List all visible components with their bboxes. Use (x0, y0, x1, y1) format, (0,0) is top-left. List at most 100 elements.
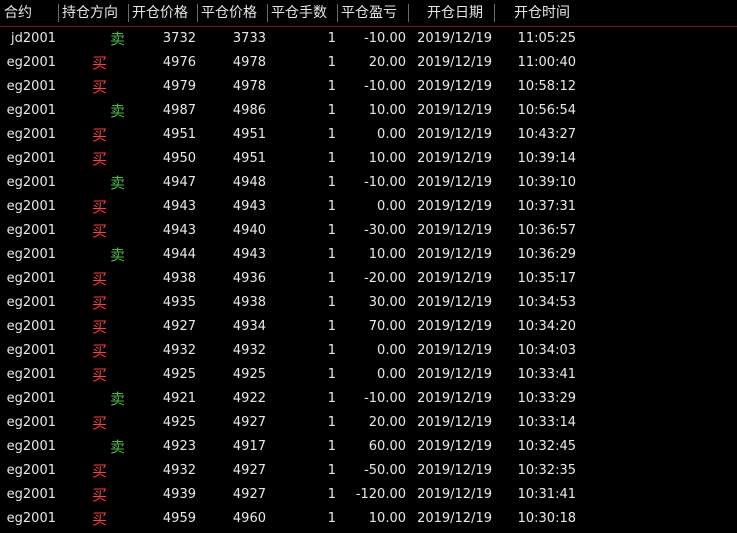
open-price-cell: 4944 (162, 247, 196, 262)
header-close-price[interactable]: 平仓价格 (201, 4, 257, 22)
header-divider[interactable] (267, 4, 268, 22)
header-divider[interactable] (408, 4, 409, 22)
open-date-cell: 2019/12/19 (417, 487, 492, 502)
open-date-cell: 2019/12/19 (417, 439, 492, 454)
table-row[interactable]: eg2001 买 4943 4943 1 0.00 2019/12/19 10:37:31 (0, 195, 737, 219)
pnl-cell: 0.00 (377, 367, 406, 382)
open-time-cell: 10:35:17 (517, 271, 576, 286)
close-qty-cell: 1 (327, 415, 336, 430)
open-time-cell: 10:56:54 (517, 103, 576, 118)
close-price-cell: 4951 (232, 127, 266, 142)
table-row[interactable]: eg2001 卖 4923 4917 1 60.00 2019/12/19 10:32:45 (0, 435, 737, 459)
contract-cell: eg2001 (6, 415, 56, 430)
open-date-cell: 2019/12/19 (417, 391, 492, 406)
open-time-cell: 10:39:14 (517, 151, 576, 166)
pnl-cell: 10.00 (368, 103, 406, 118)
close-price-cell: 4986 (232, 103, 266, 118)
header-divider[interactable] (337, 4, 338, 22)
table-row[interactable]: eg2001 买 4938 4936 1 -20.00 2019/12/19 10:35:17 (0, 267, 737, 291)
close-qty-cell: 1 (327, 511, 336, 526)
open-date-cell: 2019/12/19 (417, 175, 492, 190)
table-row[interactable]: eg2001 买 4976 4978 1 20.00 2019/12/19 11:00:40 (0, 51, 737, 75)
open-time-cell: 10:37:31 (517, 199, 576, 214)
header-divider[interactable] (494, 4, 495, 22)
trade-history-table: 合约 持仓方向 开仓价格 平仓价格 平仓手数 平仓盈亏 开仓日期 开仓时间 jd… (0, 0, 737, 533)
pnl-cell: 0.00 (377, 199, 406, 214)
header-open-date[interactable]: 开仓日期 (427, 4, 483, 22)
open-time-cell: 11:05:25 (517, 31, 576, 46)
open-date-cell: 2019/12/19 (417, 79, 492, 94)
open-time-cell: 10:36:57 (517, 223, 576, 238)
table-row[interactable]: eg2001 买 4979 4978 1 -10.00 2019/12/19 10:58:12 (0, 75, 737, 99)
close-qty-cell: 1 (327, 391, 336, 406)
table-row[interactable]: eg2001 买 4943 4940 1 -30.00 2019/12/19 10:36:57 (0, 219, 737, 243)
header-contract[interactable]: 合约 (4, 4, 32, 22)
close-price-cell: 4951 (232, 151, 266, 166)
pnl-cell: -50.00 (364, 463, 406, 478)
close-price-cell: 4927 (232, 487, 266, 502)
open-price-cell: 4950 (162, 151, 196, 166)
open-time-cell: 10:34:03 (517, 343, 576, 358)
pnl-cell: 20.00 (368, 415, 406, 430)
close-price-cell: 4948 (232, 175, 266, 190)
table-row[interactable]: eg2001 买 4927 4934 1 70.00 2019/12/19 10:34:20 (0, 315, 737, 339)
table-row[interactable]: eg2001 买 4959 4960 1 10.00 2019/12/19 10:30:18 (0, 507, 737, 531)
header-divider[interactable] (197, 4, 198, 22)
open-price-cell: 4923 (162, 439, 196, 454)
table-row[interactable]: eg2001 买 4935 4938 1 30.00 2019/12/19 10:34:53 (0, 291, 737, 315)
open-date-cell: 2019/12/19 (417, 31, 492, 46)
header-close-pnl[interactable]: 平仓盈亏 (341, 4, 397, 22)
close-qty-cell: 1 (327, 487, 336, 502)
open-time-cell: 10:39:10 (517, 175, 576, 190)
open-date-cell: 2019/12/19 (417, 247, 492, 262)
table-row[interactable]: eg2001 买 4932 4927 1 -50.00 2019/12/19 10:32:35 (0, 459, 737, 483)
open-time-cell: 10:33:41 (517, 367, 576, 382)
table-row[interactable]: eg2001 卖 4987 4986 1 10.00 2019/12/19 10:56:54 (0, 99, 737, 123)
open-price-cell: 4976 (162, 55, 196, 70)
open-price-cell: 4938 (162, 271, 196, 286)
open-date-cell: 2019/12/19 (417, 511, 492, 526)
open-time-cell: 10:31:41 (517, 487, 576, 502)
table-row[interactable]: eg2001 买 4925 4925 1 0.00 2019/12/19 10:33:41 (0, 363, 737, 387)
open-date-cell: 2019/12/19 (417, 343, 492, 358)
header-divider[interactable] (58, 4, 59, 22)
table-row[interactable]: eg2001 卖 4947 4948 1 -10.00 2019/12/19 10:39:10 (0, 171, 737, 195)
pnl-cell: 0.00 (377, 127, 406, 142)
header-open-time[interactable]: 开仓时间 (514, 4, 570, 22)
open-price-cell: 4979 (162, 79, 196, 94)
contract-cell: eg2001 (6, 247, 56, 262)
table-row[interactable]: eg2001 买 4925 4927 1 20.00 2019/12/19 10:33:14 (0, 411, 737, 435)
contract-cell: eg2001 (6, 487, 56, 502)
table-body: jd2001 卖 3732 3733 1 -10.00 2019/12/19 11:05:25… (0, 27, 737, 531)
close-price-cell: 4943 (232, 247, 266, 262)
table-row[interactable]: eg2001 买 4932 4932 1 0.00 2019/12/19 10:34:03 (0, 339, 737, 363)
close-price-cell: 4934 (232, 319, 266, 334)
close-price-cell: 4978 (232, 79, 266, 94)
table-row[interactable]: jd2001 卖 3732 3733 1 -10.00 2019/12/19 11:05:25 (0, 27, 737, 51)
table-row[interactable]: eg2001 买 4950 4951 1 10.00 2019/12/19 10:39:14 (0, 147, 737, 171)
open-time-cell: 11:00:40 (517, 55, 576, 70)
open-date-cell: 2019/12/19 (417, 103, 492, 118)
header-direction[interactable]: 持仓方向 (62, 4, 118, 22)
open-time-cell: 10:32:45 (517, 439, 576, 454)
close-price-cell: 4927 (232, 463, 266, 478)
close-qty-cell: 1 (327, 319, 336, 334)
contract-cell: eg2001 (6, 463, 56, 478)
contract-cell: jd2001 (11, 31, 56, 46)
header-divider[interactable] (128, 4, 129, 22)
header-close-qty[interactable]: 平仓手数 (271, 4, 327, 22)
header-open-price[interactable]: 开仓价格 (132, 4, 188, 22)
open-time-cell: 10:58:12 (517, 79, 576, 94)
contract-cell: eg2001 (6, 271, 56, 286)
table-row[interactable]: eg2001 买 4939 4927 1 -120.00 2019/12/19 10:31:4… (0, 483, 737, 507)
close-price-cell: 4932 (232, 343, 266, 358)
close-qty-cell: 1 (327, 175, 336, 190)
open-time-cell: 10:33:29 (517, 391, 576, 406)
open-date-cell: 2019/12/19 (417, 127, 492, 142)
table-row[interactable]: eg2001 卖 4921 4922 1 -10.00 2019/12/19 10:33:29 (0, 387, 737, 411)
close-price-cell: 4917 (232, 439, 266, 454)
table-row[interactable]: eg2001 卖 4944 4943 1 10.00 2019/12/19 10:36:29 (0, 243, 737, 267)
table-row[interactable]: eg2001 买 4951 4951 1 0.00 2019/12/19 10:43:27 (0, 123, 737, 147)
open-date-cell: 2019/12/19 (417, 55, 492, 70)
close-qty-cell: 1 (327, 223, 336, 238)
